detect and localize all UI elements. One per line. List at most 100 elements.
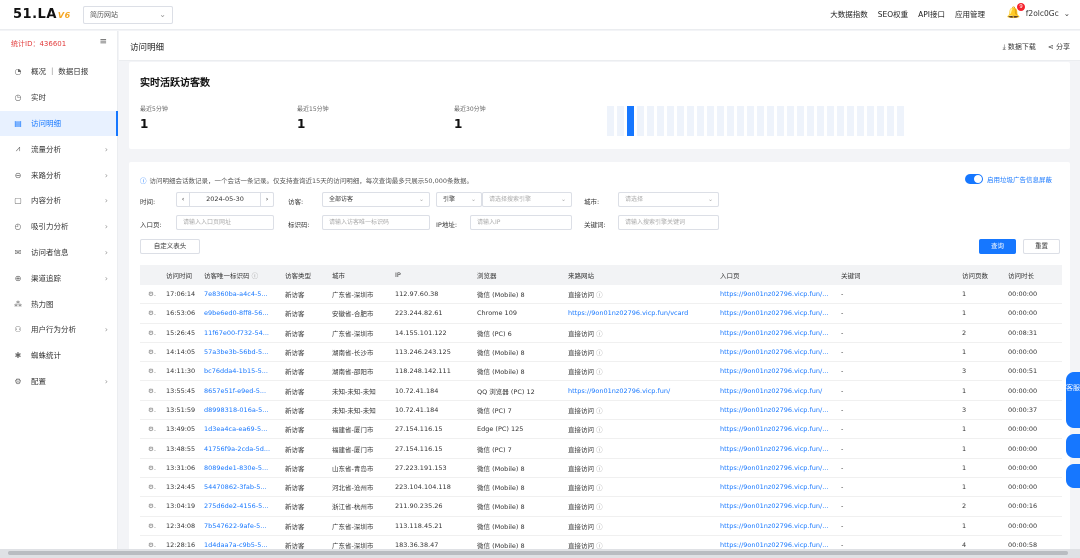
cell-entry[interactable]: https://9on01nz02796.vicp.fun/... — [720, 329, 841, 337]
sidebar-item-7[interactable]: ✉ 访问者信息 › — [0, 240, 118, 266]
date-value[interactable]: 2024-05-30 — [190, 193, 260, 206]
help-icon[interactable]: ⓘ — [594, 291, 603, 299]
reset-button[interactable]: 重置 — [1023, 239, 1060, 254]
toggle-switch[interactable] — [965, 174, 983, 184]
row-detail-icon[interactable]: ⚙ — [140, 387, 156, 395]
help-icon[interactable]: ⓘ — [594, 407, 603, 415]
cell-entry[interactable]: https://9on01nz02796.vicp.fun/... — [720, 445, 841, 453]
row-detail-icon[interactable]: ⚙ — [140, 290, 156, 298]
query-button[interactable]: 查询 — [979, 239, 1016, 254]
city-select[interactable]: 请选择 ⌄ — [618, 192, 719, 207]
prev-day-button[interactable]: ‹ — [177, 193, 190, 206]
nav-seo[interactable]: SEO权重 — [878, 9, 908, 20]
sidebar-item-9[interactable]: ⁂ 热力图 — [0, 291, 118, 317]
row-detail-icon[interactable]: ⚙ — [140, 367, 156, 375]
help-icon[interactable]: ⓘ — [594, 446, 603, 454]
cell-entry[interactable]: https://9on01nz02796.vicp.fun/... — [720, 502, 841, 510]
cell-source[interactable]: https://9on01nz02796.vicp.fun/ — [568, 387, 720, 395]
cell-entry[interactable]: https://9on01nz02796.vicp.fun/... — [720, 406, 841, 414]
help-icon[interactable]: ⓘ — [594, 484, 603, 492]
table-row[interactable]: ⚙ 14:14:05 57a3be3b-56bd-5... 新访客 湖南省-长沙市 113… — [140, 343, 1062, 363]
entry-input[interactable]: 请输入入口页网址 — [176, 215, 274, 230]
cell-entry[interactable]: https://9on01nz02796.vicp.fun/ — [720, 387, 841, 395]
table-row[interactable]: ⚙ 15:26:45 11f67e00-f732-54... 新访客 广东省-深圳市 14… — [140, 324, 1062, 343]
date-picker[interactable]: ‹ 2024-05-30 › — [176, 192, 274, 207]
cell-vid[interactable]: 275d6de2-4156-5... — [204, 502, 285, 510]
cell-vid[interactable]: bc76dda4-1b15-5... — [204, 367, 285, 375]
sidebar-item-1[interactable]: ◷ 实时 — [0, 85, 118, 111]
table-row[interactable]: ⚙ 17:06:14 7e8360ba-a4c4-5... 新访客 广东省-深圳市 112… — [140, 285, 1062, 305]
cell-entry[interactable]: https://9on01nz02796.vicp.fun/... — [720, 425, 841, 433]
engine-keyword-select[interactable]: 请选择搜索引擎 ⌄ — [482, 192, 572, 207]
table-row[interactable]: ⚙ 13:55:45 8657e51f-e9ed-5... 新访客 未知-未知-未知 10… — [140, 381, 1062, 401]
nav-big-data[interactable]: 大数据指数 — [830, 9, 868, 20]
cell-vid[interactable]: 11f67e00-f732-54... — [204, 329, 285, 337]
cell-entry[interactable]: https://9on01nz02796.vicp.fun/... — [720, 348, 841, 356]
cell-entry[interactable]: https://9on01nz02796.vicp.fun/... — [720, 483, 841, 491]
cell-vid[interactable]: 54470862-3fab-5... — [204, 483, 285, 491]
sidebar-item-2[interactable]: ▤ 访问明细 — [0, 110, 118, 137]
cell-vid[interactable]: 8657e51f-e9ed-5... — [204, 387, 285, 395]
user-menu[interactable]: 🔔 9 f2olc0Gc ⌄ — [1007, 3, 1070, 20]
table-row[interactable]: ⚙ 13:24:45 54470862-3fab-5... 新访客 河北省-沧州市 223… — [140, 478, 1062, 498]
cell-entry[interactable]: https://9on01nz02796.vicp.fun/... — [720, 541, 841, 549]
table-row[interactable]: ⚙ 14:11:30 bc76dda4-1b15-5... 新访客 湖南省-邵阳市 118… — [140, 362, 1062, 382]
sidebar-item-0[interactable]: ◔ 概况 ｜ 数据日报 — [0, 59, 118, 85]
customer-service-button[interactable]: 客服 — [1066, 372, 1080, 428]
table-row[interactable]: ⚙ 12:34:08 7b547622-9afe-5... 新访客 广东省-深圳市 113… — [140, 517, 1062, 536]
ip-input[interactable]: 请输入IP — [470, 215, 572, 230]
help-icon[interactable]: ⓘ — [594, 368, 603, 376]
cell-vid[interactable]: d8998318-016a-5... — [204, 406, 285, 414]
cell-vid[interactable]: e9be6ed0-8ff8-56... — [204, 309, 285, 317]
download-button[interactable]: ⤓ 数据下载 — [1003, 42, 1036, 52]
row-detail-icon[interactable]: ⚙ — [140, 541, 156, 549]
custom-header-button[interactable]: 自定义表头 — [140, 239, 200, 254]
table-row[interactable]: ⚙ 13:48:55 41756f9a-2cda-5d... 新访客 福建省-厦门市 27… — [140, 439, 1062, 459]
cell-vid[interactable]: 41756f9a-2cda-5d... — [204, 445, 285, 453]
row-detail-icon[interactable]: ⚙ — [140, 329, 156, 337]
row-detail-icon[interactable]: ⚙ — [140, 348, 156, 356]
engine-select[interactable]: 引擎 ⌄ — [436, 192, 482, 207]
table-row[interactable]: ⚙ 16:53:06 e9be6ed0-8ff8-56... 新访客 安徽省-合肥市 22… — [140, 304, 1062, 324]
row-detail-icon[interactable]: ⚙ — [140, 464, 156, 472]
cell-entry[interactable]: https://9on01nz02796.vicp.fun/... — [720, 464, 841, 472]
next-day-button[interactable]: › — [260, 193, 273, 206]
sidebar-item-3[interactable]: ⩘ 流量分析 › — [0, 136, 118, 162]
help-icon[interactable]: ⓘ — [594, 523, 603, 531]
help-icon[interactable]: ⓘ — [594, 349, 603, 357]
row-detail-icon[interactable]: ⚙ — [140, 309, 156, 317]
keyword-input[interactable]: 请输入搜索引擎关键词 — [618, 215, 719, 230]
table-row[interactable]: ⚙ 13:51:59 d8998318-016a-5... 新访客 未知-未知-未知 10… — [140, 401, 1062, 421]
site-select[interactable]: 简历网站 ⌄ — [83, 6, 173, 24]
cell-vid[interactable]: 7b547622-9afe-5... — [204, 522, 285, 530]
cell-entry[interactable]: https://9on01nz02796.vicp.fun/... — [720, 309, 841, 317]
nav-api[interactable]: API接口 — [918, 9, 945, 20]
row-detail-icon[interactable]: ⚙ — [140, 425, 156, 433]
bell-icon[interactable]: 🔔 9 — [1007, 3, 1025, 20]
sidebar-item-4[interactable]: ⊖ 来路分析 › — [0, 162, 118, 188]
spam-filter-toggle[interactable]: 启用垃圾广告信息屏蔽 — [965, 174, 1052, 184]
visitor-select[interactable]: 全部访客 ⌄ — [322, 192, 430, 207]
row-detail-icon[interactable]: ⚙ — [140, 445, 156, 453]
feedback-icon[interactable] — [1066, 464, 1080, 488]
help-icon[interactable]: ⓘ — [594, 503, 603, 511]
sidebar-item-12[interactable]: ⚙ 配置 › — [0, 369, 118, 395]
cell-vid[interactable]: 57a3be3b-56bd-5... — [204, 348, 285, 356]
sidebar-item-8[interactable]: ⊕ 渠道追踪 › — [0, 265, 118, 291]
table-row[interactable]: ⚙ 13:31:06 8089ede1-830e-5... 新访客 山东省-青岛市 27.… — [140, 459, 1062, 478]
table-row[interactable]: ⚙ 13:49:05 1d3ea4ca-ea69-5... 新访客 福建省-厦门市 27.… — [140, 420, 1062, 440]
cell-source[interactable]: https://9on01nz02796.vicp.fun/vcard — [568, 309, 720, 317]
sidebar-item-6[interactable]: ◴ 吸引力分析 › — [0, 214, 118, 240]
row-detail-icon[interactable]: ⚙ — [140, 483, 156, 491]
collapse-menu-icon[interactable]: ≡ — [99, 37, 107, 47]
help-icon[interactable]: ⓘ — [594, 426, 603, 434]
nav-apps[interactable]: 应用管理 — [955, 9, 985, 20]
cell-vid[interactable]: 7e8360ba-a4c4-5... — [204, 290, 285, 298]
help-icon[interactable]: ⓘ — [252, 272, 259, 280]
cell-entry[interactable]: https://9on01nz02796.vicp.fun/... — [720, 522, 841, 530]
help-icon[interactable]: ⓘ — [594, 465, 603, 473]
chat-icon[interactable] — [1066, 434, 1080, 458]
cell-vid[interactable]: 8089ede1-830e-5... — [204, 464, 285, 472]
cell-entry[interactable]: https://9on01nz02796.vicp.fun/... — [720, 367, 841, 375]
help-icon[interactable]: ⓘ — [594, 330, 603, 338]
